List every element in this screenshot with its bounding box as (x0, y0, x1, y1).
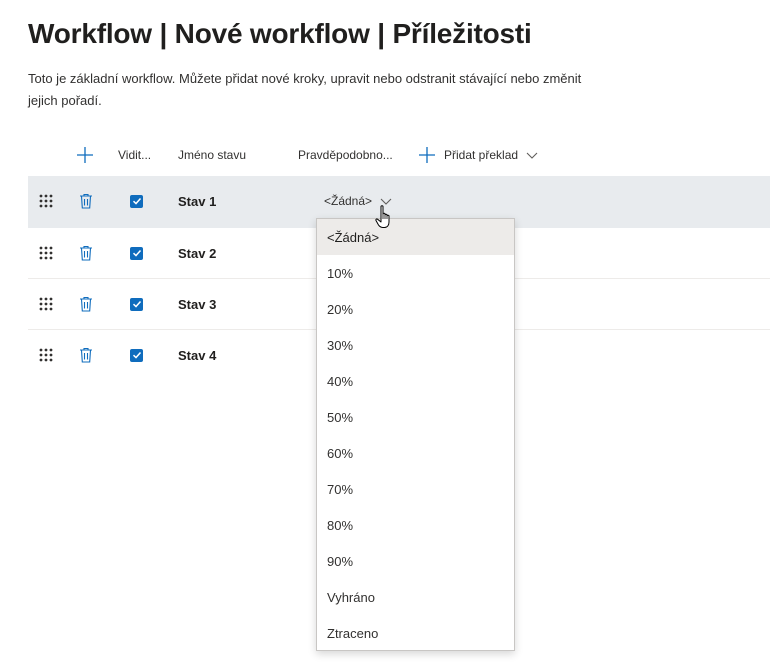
add-step-button[interactable] (76, 136, 94, 174)
add-translation-label: Přidat překlad (444, 148, 519, 162)
header-visible[interactable]: Vidit... (118, 136, 151, 174)
state-name[interactable]: Stav 3 (178, 297, 216, 312)
option-50[interactable]: 50% (317, 399, 514, 435)
option-40[interactable]: 40% (317, 363, 514, 399)
probability-value: <Žádná> (324, 194, 373, 208)
checkmark-icon (132, 300, 141, 308)
delete-button[interactable] (79, 330, 93, 380)
drag-handle-icon (39, 246, 53, 260)
drag-handle-icon (39, 194, 53, 208)
visible-checkbox[interactable] (130, 279, 143, 329)
add-translation-button[interactable]: Přidat překlad (418, 136, 538, 174)
trash-icon (80, 193, 92, 209)
option-80[interactable]: 80% (317, 507, 514, 543)
page-description: Toto je základní workflow. Můžete přidat… (28, 71, 582, 108)
state-name[interactable]: Stav 2 (178, 246, 216, 261)
option-20[interactable]: 20% (317, 291, 514, 327)
page-title: Workflow | Nové workflow | Příležitosti (28, 18, 532, 49)
option-lost[interactable]: Ztraceno (317, 615, 514, 651)
checkmark-icon (132, 197, 141, 205)
drag-handle[interactable] (38, 330, 54, 380)
drag-handle-icon (39, 348, 53, 362)
option-60[interactable]: 60% (317, 435, 514, 471)
checkmark-icon (132, 249, 141, 257)
visible-checkbox[interactable] (130, 330, 143, 380)
trash-icon (80, 245, 92, 261)
drag-handle[interactable] (38, 176, 54, 226)
option-won[interactable]: Vyhráno (317, 579, 514, 615)
table-header: Vidit... Jméno stavu Pravděpodobno... Př… (28, 136, 770, 174)
trash-icon (80, 296, 92, 312)
drag-handle-icon (39, 297, 53, 311)
delete-button[interactable] (79, 176, 93, 226)
chevron-down-icon (526, 152, 538, 159)
option-30[interactable]: 30% (317, 327, 514, 363)
trash-icon (80, 347, 92, 363)
option-10[interactable]: 10% (317, 255, 514, 291)
option-70[interactable]: 70% (317, 471, 514, 507)
visible-checkbox[interactable] (130, 176, 143, 226)
header-probability[interactable]: Pravděpodobno... (298, 136, 393, 174)
delete-button[interactable] (79, 279, 93, 329)
delete-button[interactable] (79, 228, 93, 278)
workflow-page: Workflow | Nové workflow | Příležitosti … (0, 0, 770, 669)
state-name[interactable]: Stav 4 (178, 348, 216, 363)
state-name[interactable]: Stav 1 (178, 194, 216, 209)
plus-icon (77, 147, 93, 163)
header-state-name[interactable]: Jméno stavu (178, 136, 246, 174)
drag-handle[interactable] (38, 228, 54, 278)
drag-handle[interactable] (38, 279, 54, 329)
probability-options-list: <Žádná> 10% 20% 30% 40% 50% 60% 70% 80% … (316, 218, 515, 651)
checkmark-icon (132, 351, 141, 359)
option-none[interactable]: <Žádná> (317, 219, 514, 255)
plus-icon (419, 147, 435, 163)
visible-checkbox[interactable] (130, 228, 143, 278)
option-90[interactable]: 90% (317, 543, 514, 579)
hand-cursor-icon (375, 205, 390, 228)
